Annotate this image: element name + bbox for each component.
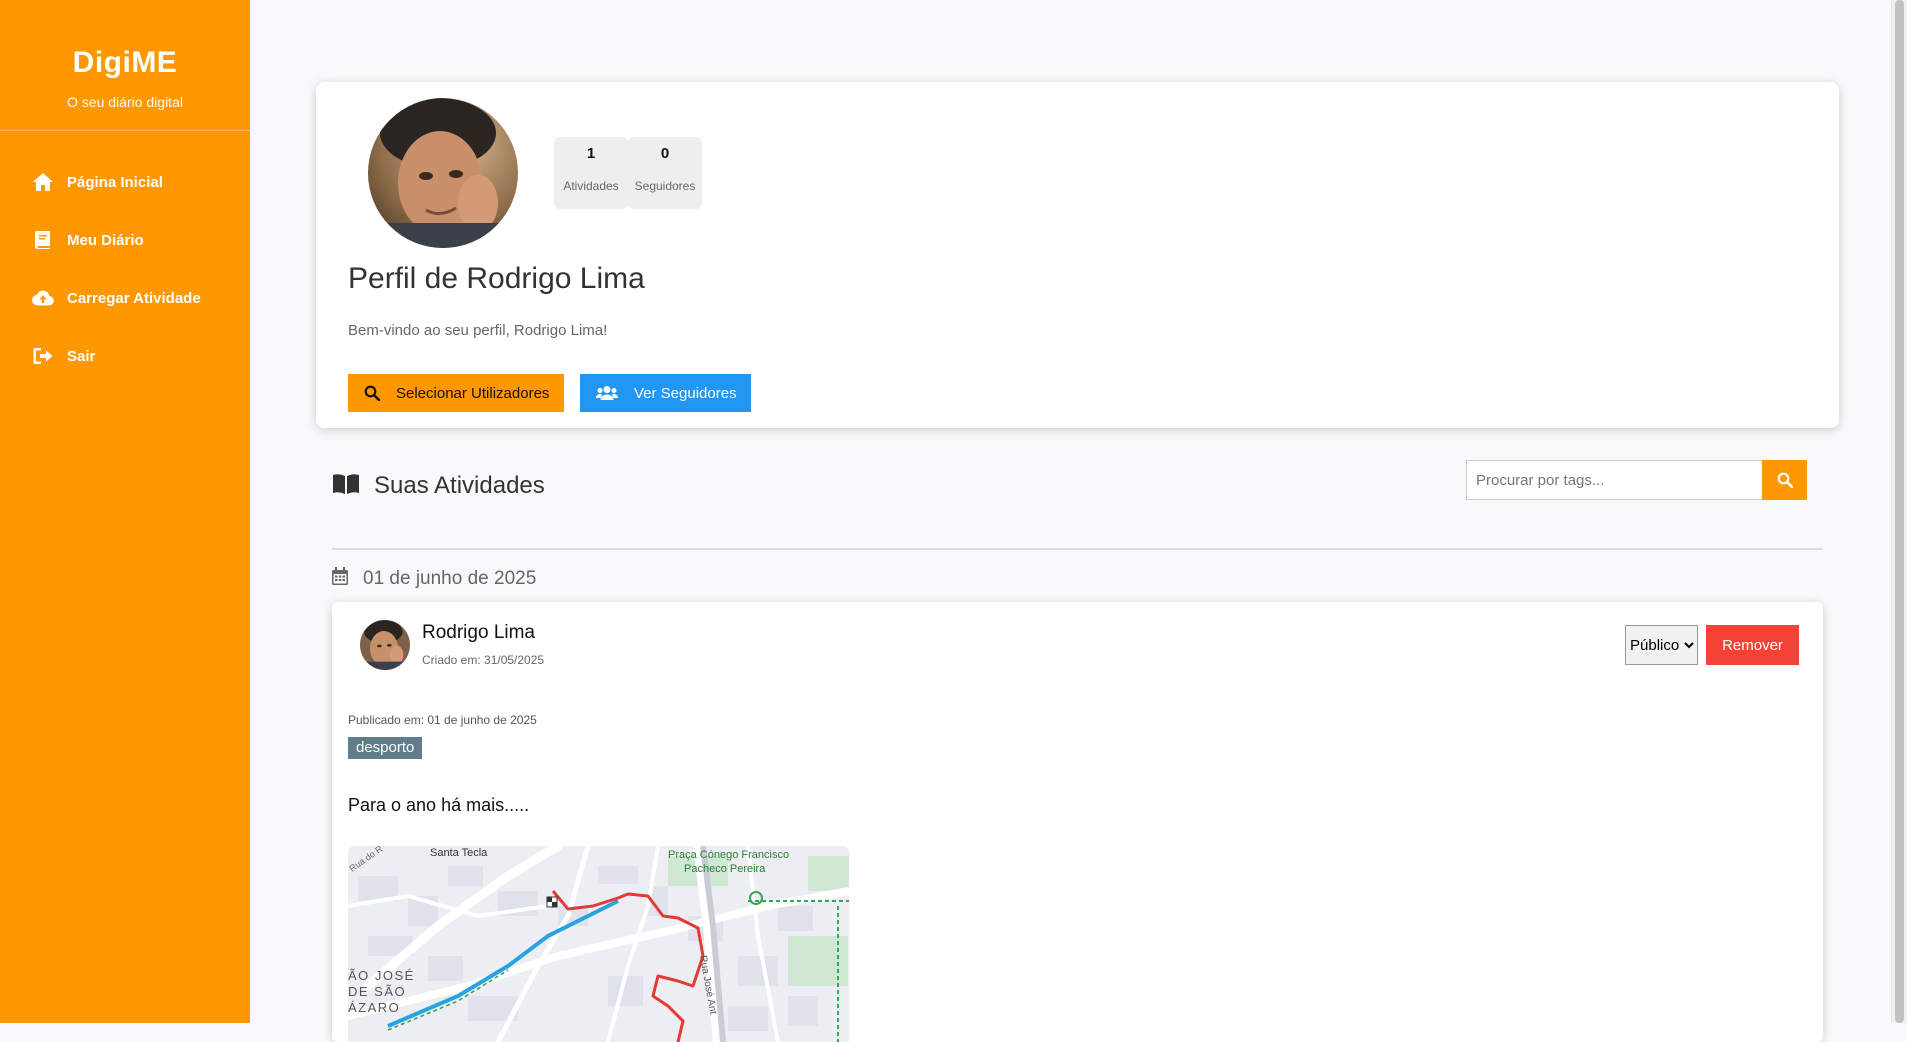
stat-followers: 0 Seguidores (628, 137, 702, 209)
activities-header: Suas Atividades (332, 472, 545, 500)
author-avatar (360, 620, 410, 670)
sidebar-item-label: Página Inicial (67, 173, 163, 191)
stat-label: Atividades (563, 179, 619, 193)
map-label: Praça Cónego Francisco (668, 849, 789, 861)
map-label: ÁZARO (348, 1000, 400, 1015)
button-label: Ver Seguidores (634, 384, 737, 402)
scrollbar-thumb[interactable] (1895, 0, 1904, 1023)
search-button[interactable] (1762, 460, 1807, 500)
sidebar-item-logout[interactable]: Sair (0, 327, 250, 385)
author-name: Rodrigo Lima (422, 622, 535, 643)
tag-search-input[interactable] (1466, 460, 1762, 500)
sidebar-item-upload-activity[interactable]: Carregar Atividade (0, 269, 250, 327)
divider (332, 548, 1823, 550)
home-icon (32, 171, 54, 193)
page-title: Perfil de Rodrigo Lima (348, 262, 645, 295)
app-title: DigiME (72, 46, 178, 79)
cloud-upload-icon (32, 287, 54, 309)
map-label: Pacheco Pereira (684, 863, 766, 875)
stat-activities: 1 Atividades (554, 137, 628, 209)
brand: DigiME O seu diário digital (0, 0, 250, 131)
select-users-button[interactable]: Selecionar Utilizadores (348, 374, 564, 412)
tag-badge[interactable]: desporto (348, 737, 423, 759)
welcome-text: Bem-vindo ao seu perfil, Rodrigo Lima! (348, 322, 608, 339)
sidebar-nav: Página Inicial Meu Diário Carregar Ativi… (0, 153, 250, 385)
profile-card: 1 Atividades 0 Seguidores Perfil de Rodr… (316, 82, 1839, 428)
visibility-select[interactable]: Público (1625, 625, 1698, 665)
activity-description: Para o ano há mais..... (348, 795, 530, 815)
sidebar-item-home[interactable]: Página Inicial (0, 153, 250, 211)
section-title: Suas Atividades (374, 472, 545, 499)
page-scrollbar[interactable] (1891, 0, 1907, 1023)
map-label: DE SÃO (348, 984, 406, 999)
button-label: Selecionar Utilizadores (396, 384, 550, 402)
map-label: Santa Tecla (430, 847, 488, 859)
book-icon (32, 229, 54, 251)
app-subtitle: O seu diário digital (67, 94, 183, 110)
activity-card: Rodrigo Lima Criado em: 31/05/2025 Públi… (332, 602, 1823, 1042)
sidebar-item-label: Meu Diário (67, 231, 144, 249)
stat-value: 0 (660, 145, 670, 162)
sidebar-item-diary[interactable]: Meu Diário (0, 211, 250, 269)
profile-stats: 1 Atividades 0 Seguidores (554, 137, 702, 209)
stat-value: 1 (586, 145, 596, 162)
route-map[interactable]: Santa Tecla Praça Cónego Francisco Pache… (348, 846, 849, 1042)
created-date: Criado em: 31/05/2025 (422, 653, 545, 667)
sidebar-item-label: Carregar Atividade (67, 289, 201, 307)
search-icon (364, 385, 380, 401)
map-label: ÃO JOSÉ (348, 968, 415, 983)
stat-label: Seguidores (634, 179, 696, 193)
remove-button[interactable]: Remover (1706, 625, 1799, 665)
date-group-label: 01 de junho de 2025 (363, 568, 537, 589)
users-icon (596, 385, 618, 401)
sidebar-item-label: Sair (67, 347, 96, 365)
open-book-icon (332, 473, 360, 500)
view-followers-button[interactable]: Ver Seguidores (580, 374, 751, 412)
date-group-header: 01 de junho de 2025 (332, 567, 536, 591)
sign-out-icon (32, 345, 54, 367)
published-date: Publicado em: 01 de junho de 2025 (348, 713, 537, 727)
tag-search (1466, 460, 1807, 500)
sidebar: DigiME O seu diário digital Página Inici… (0, 0, 250, 1023)
avatar (368, 98, 518, 248)
search-icon (1777, 472, 1793, 488)
calendar-icon (332, 567, 348, 591)
